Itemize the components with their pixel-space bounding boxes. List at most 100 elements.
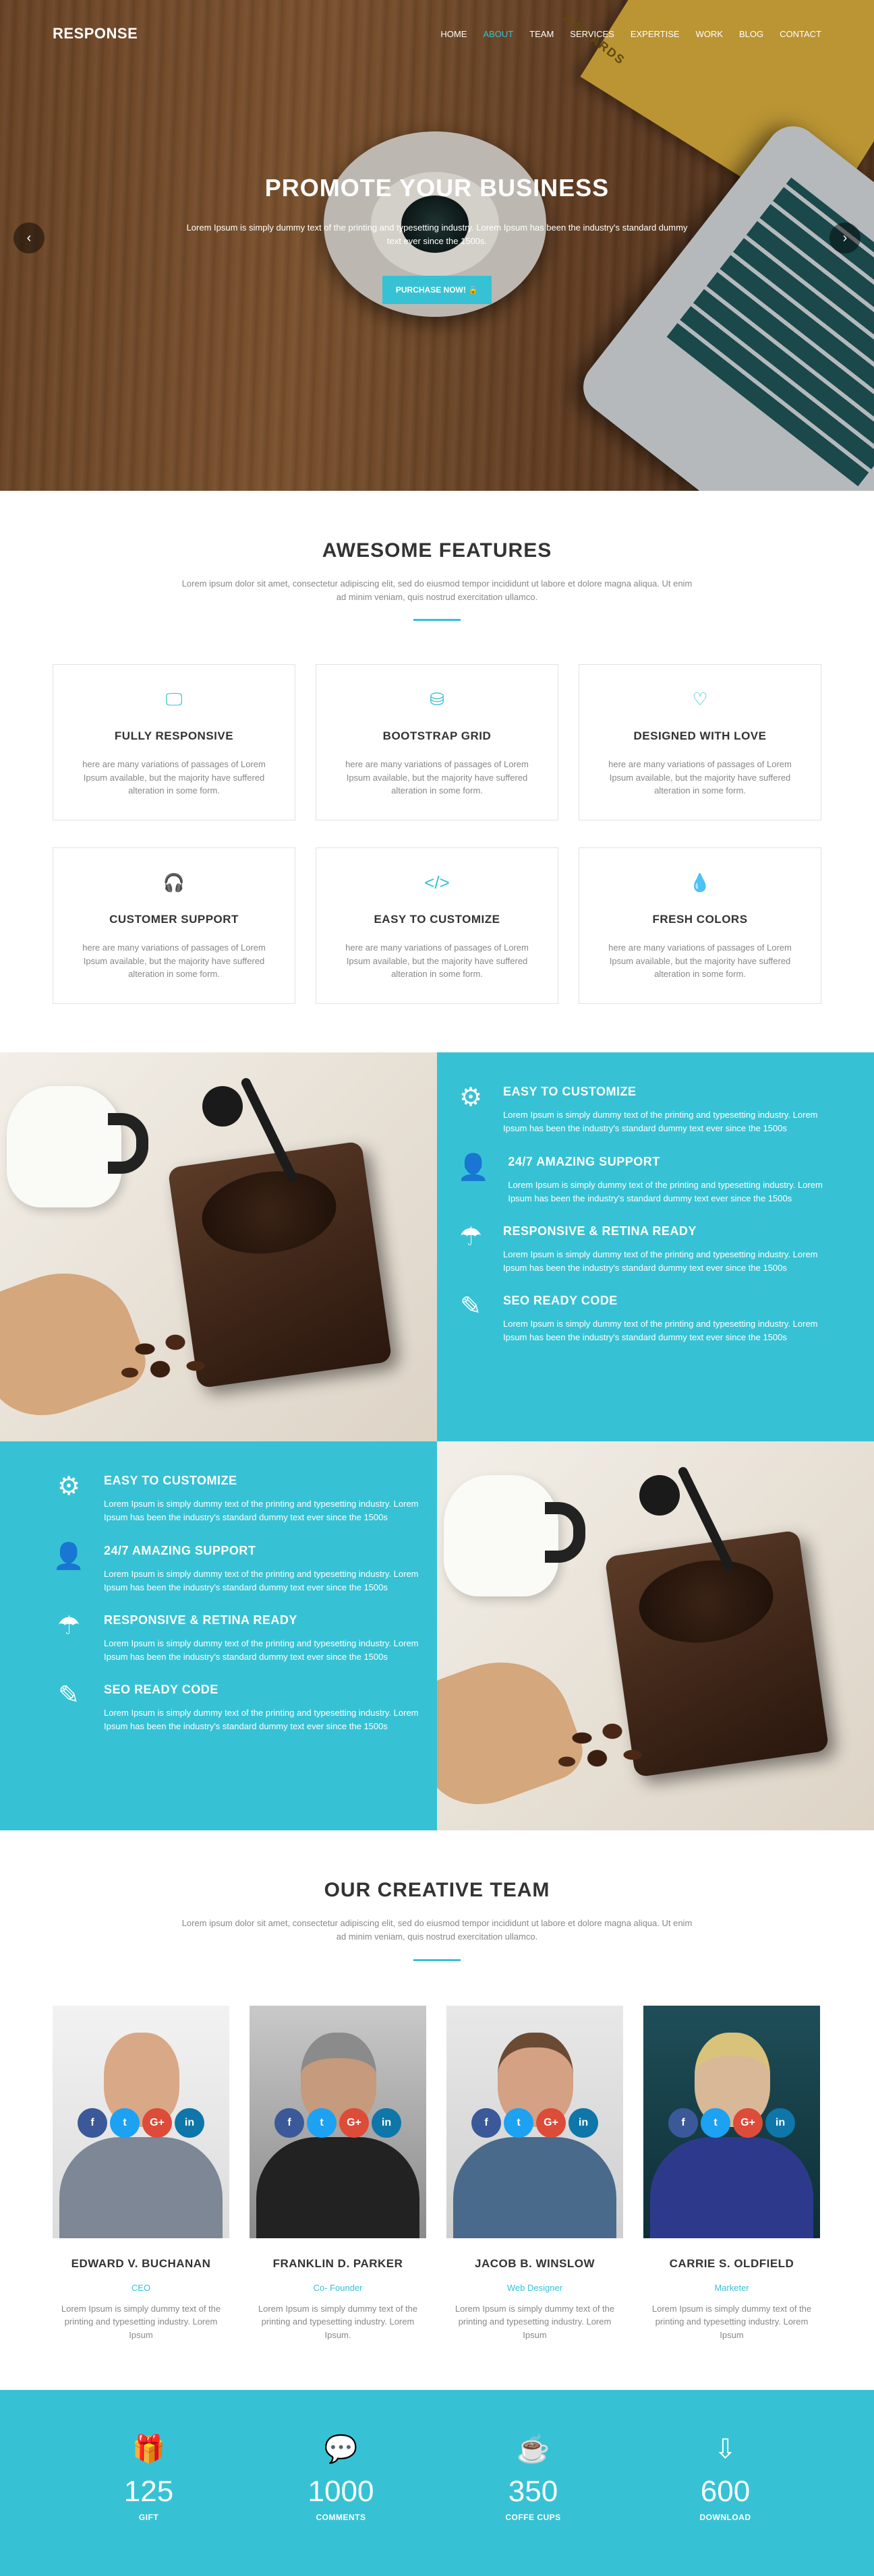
- feature-text: here are many variations of passages of …: [345, 759, 529, 796]
- benefit-item: 👤 24/7 AMAZING SUPPORT Lorem Ipsum is si…: [53, 1542, 437, 1594]
- feature-title: EASY TO CUSTOMIZE: [374, 913, 500, 926]
- stat-label: GIFT: [138, 2513, 159, 2523]
- benefit-item: ✎ SEO READY CODE Lorem Ipsum is simply d…: [457, 1294, 834, 1344]
- twitter-icon[interactable]: t: [307, 2107, 337, 2138]
- feature-card: 🖵 FULLY RESPONSIVE here are many variati…: [53, 664, 295, 821]
- benefit-title: RESPONSIVE & RETINA READY: [503, 1224, 697, 1238]
- benefit-text: Lorem Ipsum is simply dummy text of the …: [503, 1110, 818, 1134]
- google-plus-icon[interactable]: G+: [142, 2107, 172, 2138]
- feature-text: here are many variations of passages of …: [345, 942, 529, 980]
- nav-item-team[interactable]: TEAM: [529, 29, 554, 39]
- database-icon: ⛁: [430, 689, 444, 710]
- stat-number: 350: [508, 2475, 558, 2509]
- facebook-icon[interactable]: f: [668, 2107, 698, 2138]
- benefit-item: ⚙ EASY TO CUSTOMIZE Lorem Ipsum is simpl…: [457, 1085, 834, 1135]
- desktop-icon: 🖵: [165, 689, 183, 710]
- benefit-title: SEO READY CODE: [104, 1683, 218, 1697]
- gear-icon: ⚙: [459, 1083, 483, 1112]
- slider-next-button[interactable]: ›: [829, 222, 861, 253]
- linkedin-icon[interactable]: in: [372, 2107, 401, 2138]
- nav-menu: HOME ABOUT TEAM SERVICES EXPERTISE WORK …: [440, 29, 821, 39]
- heart-icon: ♡: [692, 689, 708, 710]
- linkedin-icon[interactable]: in: [175, 2107, 204, 2138]
- hero-title: PROMOTE YOUR BUSINESS: [264, 174, 610, 202]
- twitter-icon[interactable]: t: [110, 2107, 140, 2138]
- benefit-title: RESPONSIVE & RETINA READY: [104, 1613, 297, 1627]
- facebook-icon[interactable]: f: [471, 2107, 501, 2138]
- team-title: OUR CREATIVE TEAM: [324, 1879, 550, 1902]
- benefit-text: Lorem Ipsum is simply dummy text of the …: [104, 1708, 419, 1732]
- benefit-title: SEO READY CODE: [503, 1294, 618, 1308]
- coffee-grinder-image: [437, 1441, 874, 1831]
- headphones-icon: 🎧: [163, 872, 185, 893]
- stat-label: COMMENTS: [316, 2513, 366, 2523]
- member-name: JACOB B. WINSLOW: [475, 2256, 595, 2270]
- feature-card: </> EASY TO CUSTOMIZE here are many vari…: [316, 847, 558, 1005]
- member-name: CARRIE S. OLDFIELD: [669, 2256, 794, 2270]
- member-text: Lorem Ipsum is simply dummy text of the …: [258, 2303, 418, 2340]
- nav-item-about[interactable]: ABOUT: [483, 29, 513, 39]
- purchase-now-button[interactable]: PURCHASE NOW! 🔒: [382, 276, 492, 304]
- member-role: Web Designer: [506, 2282, 563, 2293]
- hero-content: PROMOTE YOUR BUSINESS Lorem Ipsum is sim…: [0, 174, 874, 304]
- slider-prev-button[interactable]: ‹: [13, 222, 45, 253]
- facebook-icon[interactable]: f: [274, 2107, 304, 2138]
- linkedin-icon[interactable]: in: [569, 2107, 598, 2138]
- benefit-text: Lorem Ipsum is simply dummy text of the …: [508, 1179, 823, 1203]
- team-member-card: f t G+ in EDWARD V. BUCHANAN CEO Lorem I…: [53, 2005, 229, 2342]
- code-icon: </>: [424, 872, 450, 893]
- feature-card: 🎧 CUSTOMER SUPPORT here are many variati…: [53, 847, 295, 1005]
- twitter-icon[interactable]: t: [504, 2107, 533, 2138]
- google-plus-icon[interactable]: G+: [536, 2107, 566, 2138]
- member-photo: f t G+ in: [643, 2005, 820, 2238]
- nav-item-blog[interactable]: BLOG: [739, 29, 763, 39]
- benefit-text: Lorem Ipsum is simply dummy text of the …: [503, 1249, 818, 1273]
- nav-item-work[interactable]: WORK: [696, 29, 723, 39]
- feature-title: FRESH COLORS: [652, 913, 748, 926]
- linkedin-icon[interactable]: in: [765, 2107, 795, 2138]
- title-divider: [413, 619, 461, 622]
- team-section: OUR CREATIVE TEAM Lorem ipsum dolor sit …: [0, 1830, 874, 2390]
- team-member-card: f t G+ in CARRIE S. OLDFIELD Marketer Lo…: [643, 2005, 820, 2342]
- benefit-title: 24/7 AMAZING SUPPORT: [508, 1154, 660, 1168]
- member-role: Marketer: [714, 2282, 749, 2293]
- benefit-text: Lorem Ipsum is simply dummy text of the …: [104, 1568, 419, 1592]
- twitter-icon[interactable]: t: [701, 2107, 730, 2138]
- benefit-title: EASY TO CUSTOMIZE: [104, 1474, 237, 1488]
- benefit-item: ✎ SEO READY CODE Lorem Ipsum is simply d…: [53, 1683, 437, 1733]
- team-description: Lorem ipsum dolor sit amet, consectetur …: [181, 1918, 693, 1942]
- google-plus-icon[interactable]: G+: [733, 2107, 763, 2138]
- nav-item-contact[interactable]: CONTACT: [780, 29, 821, 39]
- stat-number: 125: [123, 2475, 174, 2509]
- gear-icon: ⚙: [57, 1472, 81, 1501]
- nav-item-expertise[interactable]: EXPERTISE: [631, 29, 680, 39]
- features-title: AWESOME FEATURES: [322, 539, 552, 562]
- nav-item-home[interactable]: HOME: [440, 29, 467, 39]
- comments-icon: 💬: [324, 2434, 358, 2465]
- umbrella-icon: ☂: [459, 1222, 483, 1251]
- member-name: FRANKLIN D. PARKER: [272, 2256, 403, 2270]
- drop-icon: 💧: [689, 872, 711, 893]
- nav-item-services[interactable]: SERVICES: [570, 29, 614, 39]
- coffee-grinder-image: [0, 1052, 437, 1442]
- member-text: Lorem Ipsum is simply dummy text of the …: [61, 2303, 221, 2340]
- feature-text: here are many variations of passages of …: [608, 942, 792, 980]
- stats-section: 🎁 125 GIFT 💬 1000 COMMENTS ☕ 350 COFFE C…: [0, 2390, 874, 2576]
- feature-text: here are many variations of passages of …: [608, 759, 792, 796]
- member-name: EDWARD V. BUCHANAN: [71, 2256, 211, 2270]
- features-description: Lorem ipsum dolor sit amet, consectetur …: [181, 578, 693, 603]
- google-plus-icon[interactable]: G+: [339, 2107, 369, 2138]
- facebook-icon[interactable]: f: [78, 2107, 107, 2138]
- user-icon: 👤: [53, 1542, 85, 1571]
- site-logo[interactable]: RESPONSE: [53, 25, 138, 42]
- benefits-list: ⚙ EASY TO CUSTOMIZE Lorem Ipsum is simpl…: [437, 1052, 874, 1442]
- stat-item: ☕ 350 COFFE CUPS: [437, 2390, 629, 2576]
- stat-number: 600: [700, 2475, 751, 2509]
- member-text: Lorem Ipsum is simply dummy text of the …: [455, 2303, 615, 2340]
- benefits-section-1: ⚙ EASY TO CUSTOMIZE Lorem Ipsum is simpl…: [0, 1052, 874, 1442]
- benefit-item: ☂ RESPONSIVE & RETINA READY Lorem Ipsum …: [457, 1224, 834, 1275]
- member-photo: f t G+ in: [446, 2005, 623, 2238]
- member-photo: f t G+ in: [250, 2005, 426, 2238]
- member-photo: f t G+ in: [53, 2005, 229, 2238]
- feature-card: ⛁ BOOTSTRAP GRID here are many variation…: [316, 664, 558, 821]
